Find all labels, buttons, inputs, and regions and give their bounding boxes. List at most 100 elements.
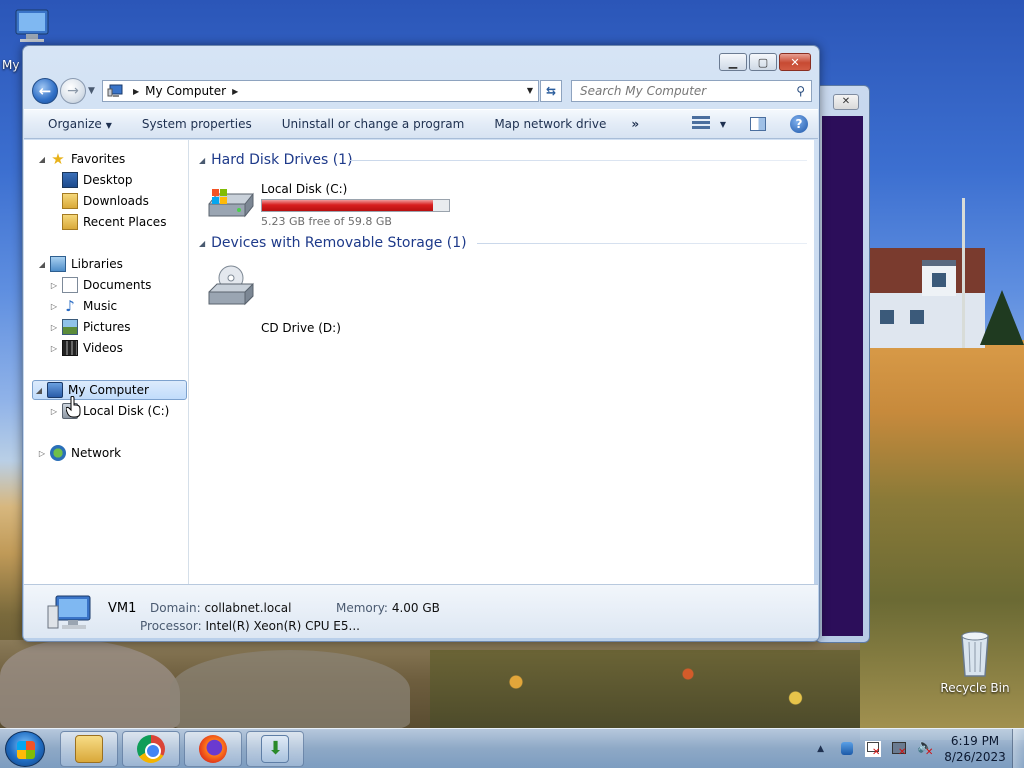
- tree-label: Desktop: [83, 173, 133, 187]
- tree-network[interactable]: ▷ Network: [36, 443, 121, 463]
- search-input[interactable]: Search My Computer ⚲: [571, 80, 812, 102]
- desktop-icon-my-computer[interactable]: My: [0, 8, 60, 72]
- expanded-arrow-icon[interactable]: ◢: [36, 260, 48, 269]
- forward-button[interactable]: →: [60, 78, 86, 104]
- group-title: Devices with Removable Storage (1): [211, 235, 467, 251]
- tree-desktop[interactable]: Desktop: [48, 170, 133, 190]
- organize-label: Organize: [48, 117, 102, 131]
- computer-name: VM1: [108, 601, 137, 616]
- recycle-bin-icon: [961, 631, 989, 677]
- help-icon[interactable]: ?: [790, 115, 808, 133]
- more-commands-button[interactable]: »: [621, 117, 649, 131]
- address-bar[interactable]: ▶ My Computer ▶ ▼: [102, 80, 539, 102]
- collapse-group-icon[interactable]: ◢: [199, 239, 205, 248]
- command-bar: Organize ▼ System properties Uninstall or…: [24, 109, 818, 139]
- expanded-arrow-icon[interactable]: ◢: [33, 386, 45, 395]
- back-arrow-icon: ←: [38, 82, 52, 100]
- tree-pictures[interactable]: ▷ Pictures: [48, 317, 131, 337]
- caption-buttons: ▁ ▢ ✕: [719, 53, 811, 71]
- tree-label: Favorites: [71, 152, 126, 166]
- computer-icon: [15, 9, 49, 42]
- close-button[interactable]: ✕: [779, 53, 811, 71]
- tree-label: Local Disk (C:): [83, 404, 170, 418]
- group-header-removable[interactable]: ◢ Devices with Removable Storage (1): [199, 235, 467, 251]
- clock-time: 6:19 PM: [950, 734, 1000, 748]
- tree-music[interactable]: ▷ ♪ Music: [48, 296, 117, 316]
- videos-icon: [62, 340, 78, 356]
- minimize-button[interactable]: ▁: [719, 53, 747, 71]
- chevron-down-icon: ▼: [105, 121, 112, 130]
- search-placeholder: Search My Computer: [580, 84, 707, 98]
- network-status-icon[interactable]: [891, 741, 907, 758]
- disk-usage-bar: [261, 199, 450, 212]
- tree-label: Videos: [83, 341, 123, 355]
- star-icon: ★: [51, 150, 65, 168]
- explorer-window: ▁ ▢ ✕ ← → ▼ ▶ My Computer ▶ ▼ ⇆ Search M…: [22, 45, 820, 642]
- forward-arrow-icon: →: [67, 83, 79, 99]
- show-desktop-button[interactable]: [1012, 729, 1024, 768]
- address-dropdown-icon[interactable]: ▼: [527, 86, 533, 95]
- chevron-down-icon[interactable]: ▼: [720, 120, 726, 129]
- tree-favorites[interactable]: ◢ ★ Favorites: [36, 149, 125, 169]
- recent-pages-dropdown[interactable]: ▼: [88, 86, 95, 96]
- organize-button[interactable]: Organize ▼: [24, 117, 127, 131]
- show-hidden-icons-button[interactable]: ▲: [817, 744, 824, 754]
- start-button[interactable]: [5, 731, 45, 767]
- tree-libraries[interactable]: ◢ Libraries: [36, 254, 123, 274]
- map-network-drive-button[interactable]: Map network drive: [479, 117, 621, 131]
- drive-name-local-disk[interactable]: Local Disk (C:): [261, 182, 347, 196]
- background-window[interactable]: ✕: [815, 85, 870, 643]
- minimize-icon: ▁: [728, 55, 738, 69]
- breadcrumb-separator-icon[interactable]: ▶: [133, 87, 139, 96]
- tree-downloads[interactable]: Downloads: [48, 191, 149, 211]
- uninstall-program-button[interactable]: Uninstall or change a program: [267, 117, 480, 131]
- clock-date: 8/26/2023: [944, 750, 1006, 764]
- system-properties-button[interactable]: System properties: [127, 117, 267, 131]
- clock[interactable]: 6:19 PM 8/26/2023: [942, 733, 1008, 765]
- tree-my-computer[interactable]: ◢ My Computer: [32, 380, 187, 400]
- expanded-arrow-icon[interactable]: ◢: [36, 155, 48, 164]
- tree-documents[interactable]: ▷ Documents: [48, 275, 151, 295]
- detail-memory: Memory: 4.00 GB: [336, 601, 440, 615]
- detail-value: 4.00 GB: [391, 601, 440, 615]
- pictures-icon: [62, 319, 78, 335]
- collapsed-arrow-icon[interactable]: ▷: [48, 281, 60, 290]
- recent-places-icon: [62, 214, 78, 230]
- tree-videos[interactable]: ▷ Videos: [48, 338, 123, 358]
- maximize-button[interactable]: ▢: [749, 53, 777, 71]
- change-view-icon[interactable]: [691, 116, 710, 132]
- close-icon[interactable]: ✕: [833, 94, 859, 110]
- preview-pane-icon[interactable]: [750, 117, 766, 131]
- collapsed-arrow-icon[interactable]: ▷: [48, 344, 60, 353]
- downloads-folder-icon: [62, 193, 78, 209]
- tree-label: Recent Places: [83, 215, 167, 229]
- refresh-button[interactable]: ⇆: [540, 80, 562, 102]
- breadcrumb-separator-icon[interactable]: ▶: [232, 87, 238, 96]
- drive-name-cd-drive[interactable]: CD Drive (D:): [261, 321, 341, 335]
- detail-key: Domain:: [150, 601, 201, 615]
- collapsed-arrow-icon[interactable]: ▷: [36, 449, 48, 458]
- tree-recent-places[interactable]: Recent Places: [48, 212, 166, 232]
- desktop-icon-recycle-bin[interactable]: Recycle Bin: [940, 630, 1010, 695]
- windows-logo-icon: [17, 741, 35, 759]
- taskbar-app[interactable]: [246, 731, 304, 767]
- content-pane: ◢ Hard Disk Drives (1) Local Disk (C:) 5…: [189, 140, 814, 584]
- desktop-icon-label: Recycle Bin: [940, 681, 1010, 695]
- taskbar-chrome[interactable]: [122, 731, 180, 767]
- taskbar-firefox[interactable]: [184, 731, 242, 767]
- collapsed-arrow-icon[interactable]: ▷: [48, 323, 60, 332]
- libraries-icon: [50, 256, 66, 272]
- volume-icon[interactable]: [917, 739, 933, 758]
- collapse-group-icon[interactable]: ◢: [199, 156, 205, 165]
- search-icon[interactable]: ⚲: [796, 84, 805, 98]
- close-icon: ✕: [790, 55, 800, 69]
- taskbar-explorer[interactable]: [60, 731, 118, 767]
- action-center-icon[interactable]: [865, 741, 881, 758]
- security-icon[interactable]: [839, 741, 855, 757]
- collapsed-arrow-icon[interactable]: ▷: [48, 302, 60, 311]
- breadcrumb-item[interactable]: My Computer: [145, 84, 226, 98]
- group-header-hard-disks[interactable]: ◢ Hard Disk Drives (1): [199, 152, 353, 168]
- back-button[interactable]: ←: [32, 78, 58, 104]
- refresh-icon: ⇆: [545, 84, 557, 98]
- collapsed-arrow-icon[interactable]: ▷: [48, 407, 60, 416]
